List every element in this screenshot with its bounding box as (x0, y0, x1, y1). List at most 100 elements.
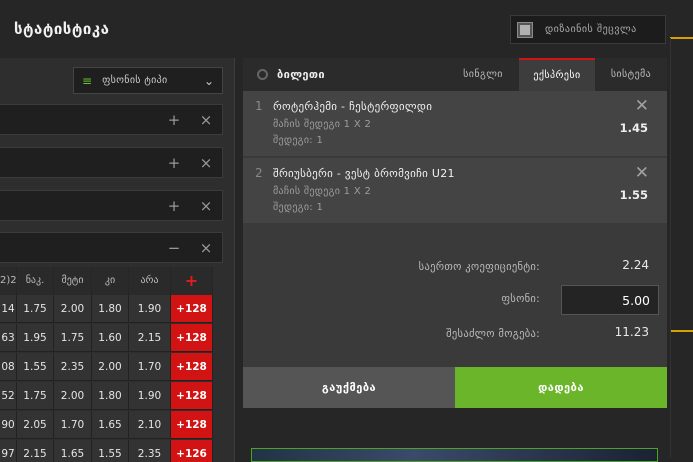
odd-cell[interactable]: 1.75 (17, 295, 54, 323)
selection-odd: 1.55 (619, 188, 648, 202)
tab-single[interactable]: სინგლი (447, 58, 519, 91)
selection-result: შედეგი: 1 (273, 202, 324, 213)
close-icon[interactable]: × (190, 197, 222, 215)
selection-number: 1 (255, 99, 263, 113)
odd-cell[interactable]: 52 (0, 382, 17, 410)
odd-cell[interactable]: 2.35 (54, 353, 92, 381)
close-icon[interactable]: × (190, 239, 222, 257)
odd-cell[interactable]: 2.15 (129, 324, 171, 352)
bet-slip-title: ბილეთი (257, 58, 325, 91)
slip-selection: 2 შრიუსბერი - ვესტ ბრომვიჩი U21 მაჩის შე… (243, 158, 667, 224)
odd-cell[interactable]: 1.70 (54, 411, 92, 439)
more-markets-button[interactable]: +128 (171, 324, 213, 352)
add-markets-icon[interactable]: + (171, 267, 213, 295)
stake-input[interactable] (561, 285, 659, 315)
odd-cell[interactable]: 1.80 (92, 295, 129, 323)
more-markets-button[interactable]: +126 (171, 440, 213, 462)
close-icon[interactable]: × (190, 111, 222, 129)
odd-cell[interactable]: 14 (0, 295, 17, 323)
tab-system[interactable]: სისტემა (595, 58, 667, 91)
odd-cell[interactable]: 1.95 (17, 324, 54, 352)
selection-market: მაჩის შედეგი 1 X 2 (273, 119, 372, 130)
more-markets-button[interactable]: +128 (171, 295, 213, 323)
event-group-row-open[interactable]: − × (0, 232, 223, 263)
table-row: 63 1.95 1.75 1.60 2.15 +128 (0, 324, 223, 352)
table-row: 08 1.55 2.35 2.00 1.70 +128 (0, 353, 223, 381)
remove-selection-close-icon[interactable]: ✕ (635, 163, 649, 183)
column-header: ნაკ. (17, 267, 54, 295)
selection-number: 2 (255, 166, 263, 180)
close-icon[interactable]: × (190, 154, 222, 172)
odd-cell[interactable]: 63 (0, 324, 17, 352)
odd-cell[interactable]: 2.10 (129, 411, 171, 439)
table-row: 52 1.75 2.00 1.80 1.90 +128 (0, 382, 223, 410)
total-odds-label: საერთო კოეფიციენტი: (418, 261, 540, 273)
odd-cell[interactable]: 1.60 (92, 324, 129, 352)
expand-icon[interactable]: + (158, 111, 190, 129)
odd-cell[interactable]: 2.35 (129, 440, 171, 462)
odd-cell[interactable]: 97 (0, 440, 17, 462)
bet-type-select-value: ფსონის ტიპი (102, 75, 168, 86)
selection-match: შრიუსბერი - ვესტ ბრომვიჩი U21 (273, 167, 455, 180)
odd-cell[interactable]: 2.15 (17, 440, 54, 462)
design-toggle-checkbox[interactable] (517, 21, 533, 38)
table-row: 97 2.15 1.65 1.55 2.35 +126 (0, 440, 223, 462)
total-odds-value: 2.24 (622, 258, 649, 272)
more-markets-button[interactable]: +128 (171, 353, 213, 381)
odd-cell[interactable]: 1.75 (17, 382, 54, 410)
possible-win-label: შესაძლო მოგება: (446, 328, 540, 340)
column-header: 2)2 (0, 267, 17, 295)
table-row: 90 2.05 1.70 1.65 2.10 +128 (0, 411, 223, 439)
possible-win-value: 11.23 (614, 325, 649, 339)
column-header: კი (92, 267, 129, 295)
list-icon: ≡ (82, 73, 93, 88)
tab-express[interactable]: ექსპრესი (519, 58, 595, 91)
more-markets-button[interactable]: +128 (171, 411, 213, 439)
bet-slip: ბილეთი სინგლი ექსპრესი სისტემა 1 როტერჰე… (243, 58, 667, 408)
odd-cell[interactable]: 1.90 (129, 295, 171, 323)
selection-odd: 1.45 (619, 121, 648, 135)
ticket-ring-icon (257, 69, 268, 80)
odd-cell[interactable]: 08 (0, 353, 17, 381)
edge-divider (670, 38, 671, 458)
column-header: მეტი (54, 267, 92, 295)
design-toggle[interactable]: დიზაინის შეცვლა (510, 15, 666, 44)
odd-cell[interactable]: 1.75 (54, 324, 92, 352)
odd-cell[interactable]: 1.90 (129, 382, 171, 410)
odd-cell[interactable]: 1.80 (92, 382, 129, 410)
column-header: არა (129, 267, 171, 295)
odd-cell[interactable]: 90 (0, 411, 17, 439)
odd-cell[interactable]: 1.70 (129, 353, 171, 381)
clear-slip-button[interactable]: გაუქმება (243, 367, 455, 408)
page-title: სტატისტიკა (14, 20, 110, 38)
edge-accent-line (670, 330, 693, 332)
collapse-icon[interactable]: − (158, 239, 190, 257)
odd-cell[interactable]: 1.65 (92, 411, 129, 439)
promo-banner[interactable] (251, 448, 658, 462)
bet-slip-title-text: ბილეთი (277, 68, 326, 81)
selection-result: შედეგი: 1 (273, 135, 324, 146)
more-markets-button[interactable]: +128 (171, 382, 213, 410)
odd-cell[interactable]: 1.65 (54, 440, 92, 462)
odd-cell[interactable]: 1.55 (92, 440, 129, 462)
odd-cell[interactable]: 1.55 (17, 353, 54, 381)
remove-selection-close-icon[interactable]: ✕ (635, 96, 649, 116)
edge-accent-line (670, 37, 693, 39)
selection-match: როტერჰემი - ჩესტერფილდი (273, 100, 433, 113)
table-row: 14 1.75 2.00 1.80 1.90 +128 (0, 295, 223, 323)
odd-cell[interactable]: 2.00 (54, 382, 92, 410)
event-group-row[interactable]: + × (0, 190, 223, 221)
expand-icon[interactable]: + (158, 197, 190, 215)
stake-label: ფსონი: (501, 293, 540, 305)
odd-cell[interactable]: 2.00 (54, 295, 92, 323)
chevron-down-icon: ⌄ (203, 73, 214, 88)
design-toggle-label: დიზაინის შეცვლა (545, 24, 637, 35)
event-group-row[interactable]: + × (0, 104, 223, 135)
bet-type-select[interactable]: ≡ ფსონის ტიპი ⌄ (73, 67, 223, 94)
odd-cell[interactable]: 2.00 (92, 353, 129, 381)
place-bet-button[interactable]: დადება (455, 367, 667, 408)
odd-cell[interactable]: 2.05 (17, 411, 54, 439)
panel-divider (234, 58, 235, 462)
expand-icon[interactable]: + (158, 154, 190, 172)
event-group-row[interactable]: + × (0, 147, 223, 178)
